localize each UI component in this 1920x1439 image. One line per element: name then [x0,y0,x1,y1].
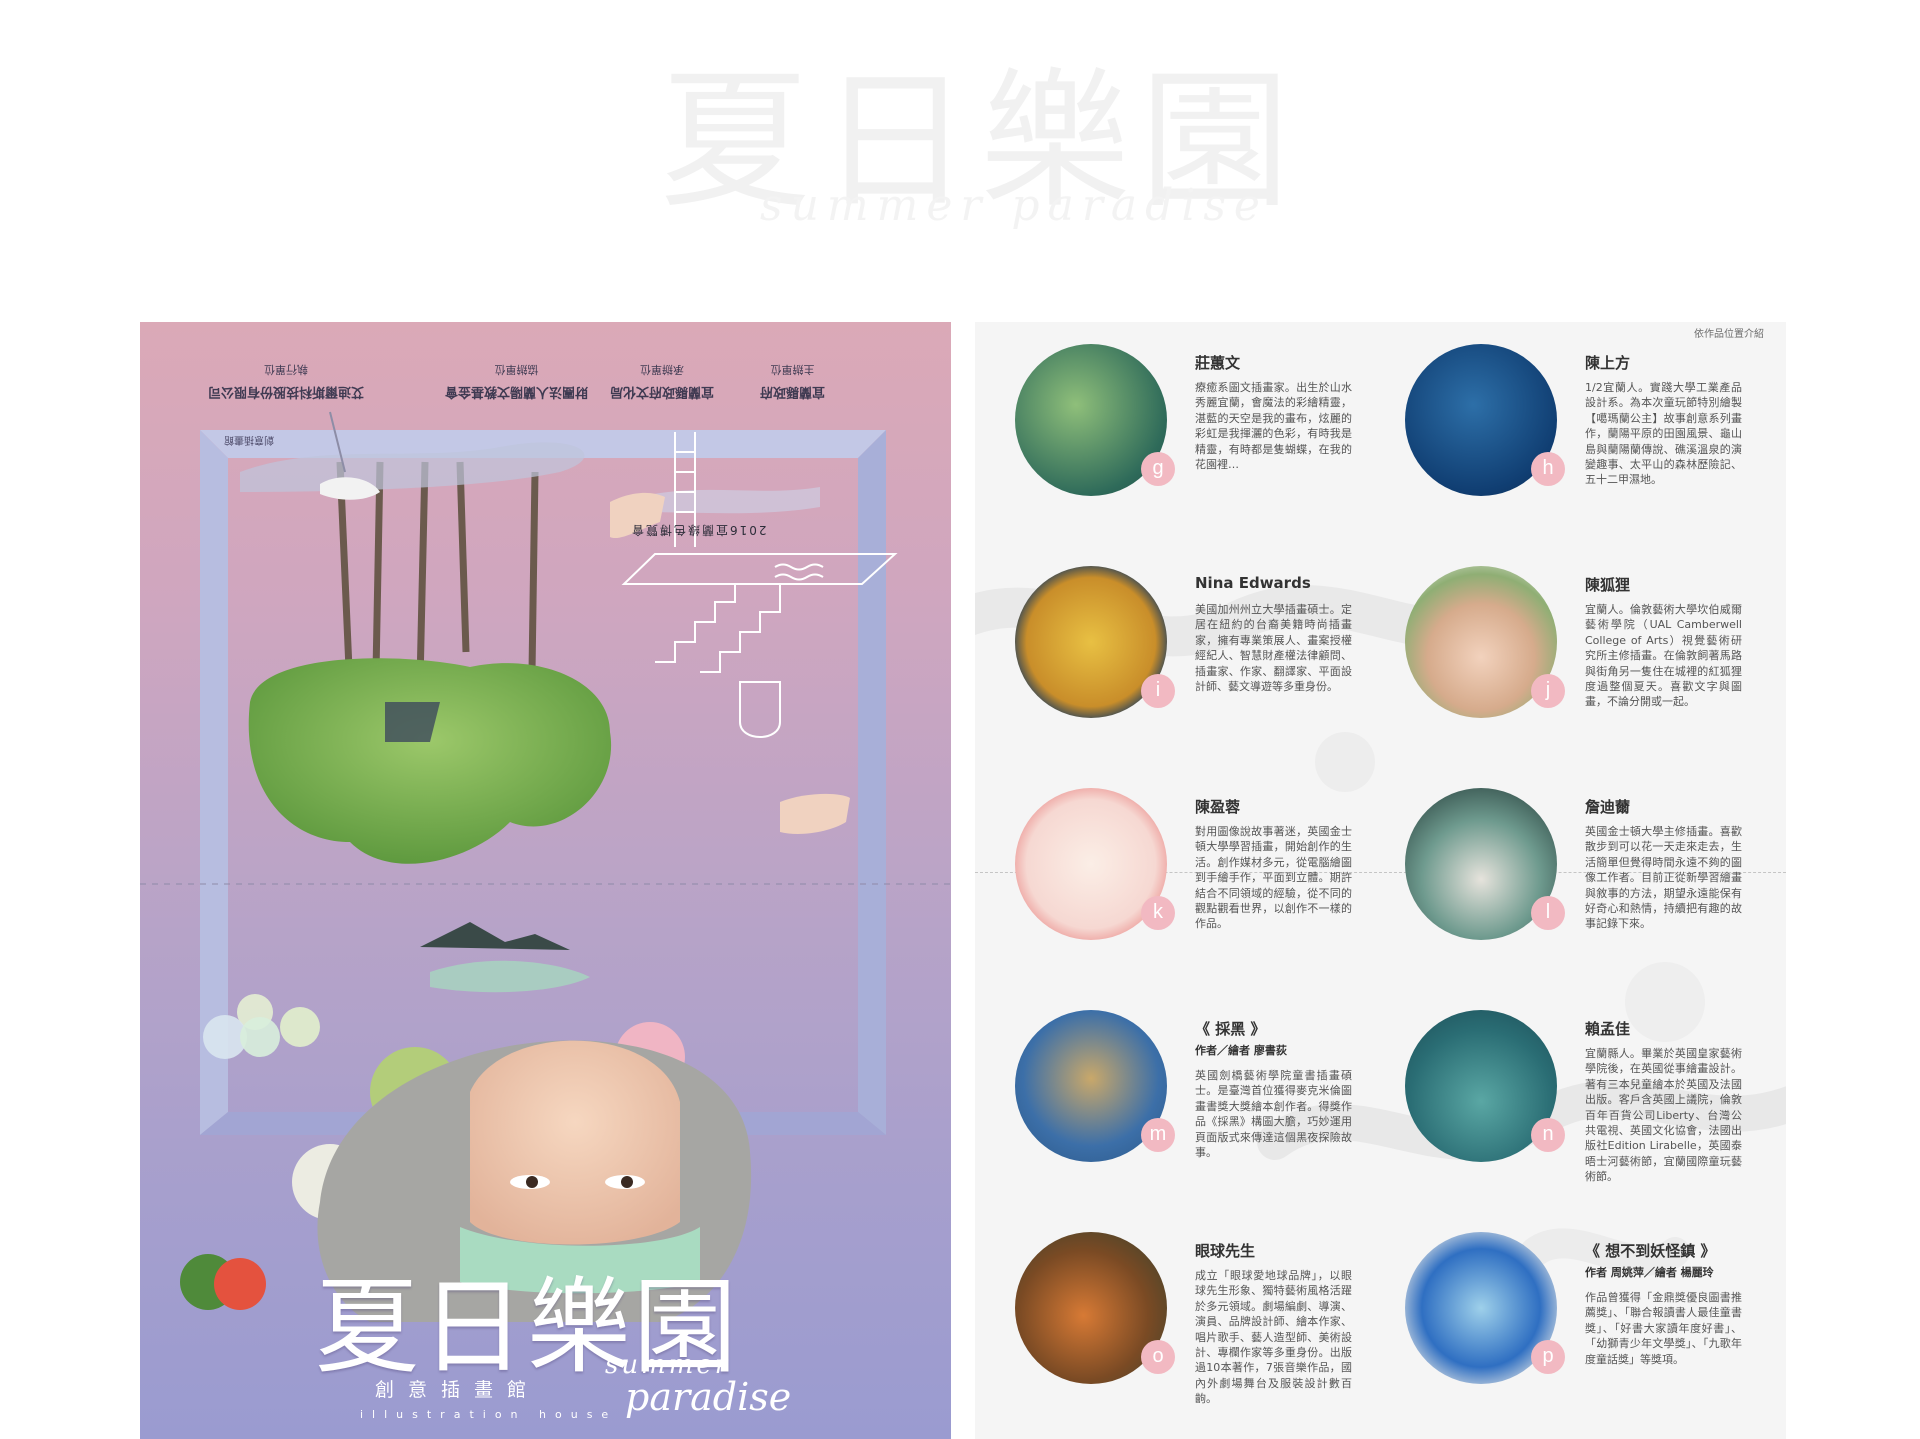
artist-name: 《 想不到妖怪鎮 》 [1585,1242,1716,1260]
artist-card: n 賴孟佳 宜蘭縣人。畢業於英國皇家藝術學院後，在英國從事繪畫設計。著有三本兒童… [1365,988,1745,1183]
artist-letter-badge: k [1141,896,1175,930]
artist-bio: 作品曾獲得「金鼎獎優良圖書推薦獎」、「聯合報讀書人最佳童書獎」、「好書大家讀年度… [1585,1291,1742,1366]
book-credit: 作者／繪者 廖書荻 [1195,1044,1287,1057]
artist-bio: 成立「眼球愛地球品牌」，以眼球先生形象、獨特藝術風格活躍於多元領域。劇場編劇、導… [1195,1269,1352,1406]
artist-letter-badge: h [1531,452,1565,486]
artist-card: k 陳盈蓉 對用圖像說故事著迷，英國金士頓大學學習插畫，開始創作的生活。創作媒材… [975,766,1355,946]
credit-organizer: 宜蘭縣政府 主辦單位 [760,363,826,399]
logo-english: illustration house [360,1408,618,1421]
artist-bio: 英國金士頓大學主修插畫。喜歡散步到可以花一天走來走去，生活簡單但覺得時間永遠不夠… [1585,825,1742,931]
artist-card: i Nina Edwards 美國加州州立大學插畫碩士。定居在紐約的台裔美籍時尚… [975,544,1355,724]
artist-name: 詹迪薾 [1585,798,1631,816]
watermark-header: 夏日樂園 summer paradise [0,0,1920,260]
watermark-subtitle: summer paradise [760,180,1268,231]
artist-card: g 莊蕙文 療癒系圖文插畫家。出生於山水秀麗宜蘭，會魔法的彩繪精靈，湛藍的天空是… [975,322,1355,502]
artist-letter-badge: n [1531,1118,1565,1152]
credit-implementer: 宜蘭縣政府文化局 承辦單位 [610,363,715,399]
artist-card: p 《 想不到妖怪鎮 》 作者 周姚萍／繪者 楊麗玲 作品曾獲得「金鼎獎優良圖書… [1365,1210,1745,1390]
artist-letter-badge: i [1141,674,1175,708]
artist-letter-badge: m [1141,1118,1175,1152]
artist-name: 賴孟佳 [1585,1020,1631,1038]
artist-card: j 陳狐狸 宜蘭人。倫敦藝術大學坎伯威爾藝術學院（UAL Camberwell … [1365,544,1745,724]
credit-executor: 艾迪爾斯科技股份有限公司 執行單位 [208,363,365,399]
artist-name: 陳狐狸 [1585,576,1631,594]
poster-logo: 夏日樂園 創意插畫館 illustration house summer par… [315,1242,791,1421]
artist-letter-badge: l [1531,896,1565,930]
logo-subtitle: 創意插畫館 [375,1379,541,1401]
logo-paradise: paradise [625,1375,792,1419]
artist-card: o 眼球先生 成立「眼球愛地球品牌」，以眼球先生形象、獨特藝術風格活躍於多元領域… [975,1210,1355,1405]
artist-bio: 1/2宜蘭人。實踐大學工業產品設計系。為本次童玩節特別繪製【噶瑪蘭公主】故事創意… [1585,381,1742,487]
book-credit: 作者 周姚萍／繪者 楊麗玲 [1585,1266,1714,1279]
artist-name: 陳上方 [1585,354,1631,372]
poster-corner-label: 創意插畫館 [224,434,274,445]
artist-name: 陳盈蓉 [1195,798,1241,816]
artist-name: 《 採黑 》 [1195,1020,1266,1038]
artist-name: 眼球先生 [1195,1242,1256,1260]
artist-bio: 宜蘭人。倫敦藝術大學坎伯威爾藝術學院（UAL Camberwell Colleg… [1585,603,1742,709]
artist-letter-badge: j [1531,674,1565,708]
artist-bio: 療癒系圖文插畫家。出生於山水秀麗宜蘭，會魔法的彩繪精靈，湛藍的天空是我的畫布，炫… [1195,381,1352,472]
artist-card: l 詹迪薾 英國金士頓大學主修插畫。喜歡散步到可以花一天走來走去，生活簡單但覺得… [1365,766,1745,946]
artist-bio: 對用圖像說故事著迷，英國金士頓大學學習插畫，開始創作的生活。創作媒材多元，從電腦… [1195,825,1352,931]
poster-credits: 宜蘭縣政府 主辦單位 宜蘭縣政府文化局 承辦單位 財團法人蘭陽文教基金會 協辦單… [140,362,951,422]
artist-bio: 英國劍橋藝術學院童書插畫碩士。是臺灣首位獲得麥克米倫圖畫書獎大獎繪本創作者。得獎… [1195,1069,1352,1160]
artist-letter-badge: p [1531,1340,1565,1374]
artist-letter-badge: o [1141,1340,1175,1374]
poster: 宜蘭縣政府 主辦單位 宜蘭縣政府文化局 承辦單位 財團法人蘭陽文教基金會 協辦單… [140,322,951,1439]
artist-card: h 陳上方 1/2宜蘭人。實踐大學工業產品設計系。為本次童玩節特別繪製【噶瑪蘭公… [1365,322,1745,502]
artist-card: m 《 採黑 》 作者／繪者 廖書荻 英國劍橋藝術學院童書插畫碩士。是臺灣首位獲… [975,988,1355,1168]
artist-sheet: 依作品位置介紹 g 莊蕙文 療癒系圖文插畫家。出生於山水秀麗宜蘭，會魔法的彩繪精… [975,322,1786,1439]
artist-bio: 宜蘭縣人。畢業於英國皇家藝術學院後，在英國從事繪畫設計。著有三本兒童繪本於英國及… [1585,1047,1742,1184]
artist-name: 莊蕙文 [1195,354,1241,372]
artist-letter-badge: g [1141,452,1175,486]
poster-event-title: 2016宜蘭綠色博覽會 [630,523,767,537]
artist-name: Nina Edwards [1195,574,1311,592]
credit-co-organizer: 財團法人蘭陽文教基金會 協辦單位 [445,363,589,399]
artist-bio: 美國加州州立大學插畫碩士。定居在紐約的台裔美籍時尚插畫家，擁有專業策展人、畫案授… [1195,603,1352,694]
